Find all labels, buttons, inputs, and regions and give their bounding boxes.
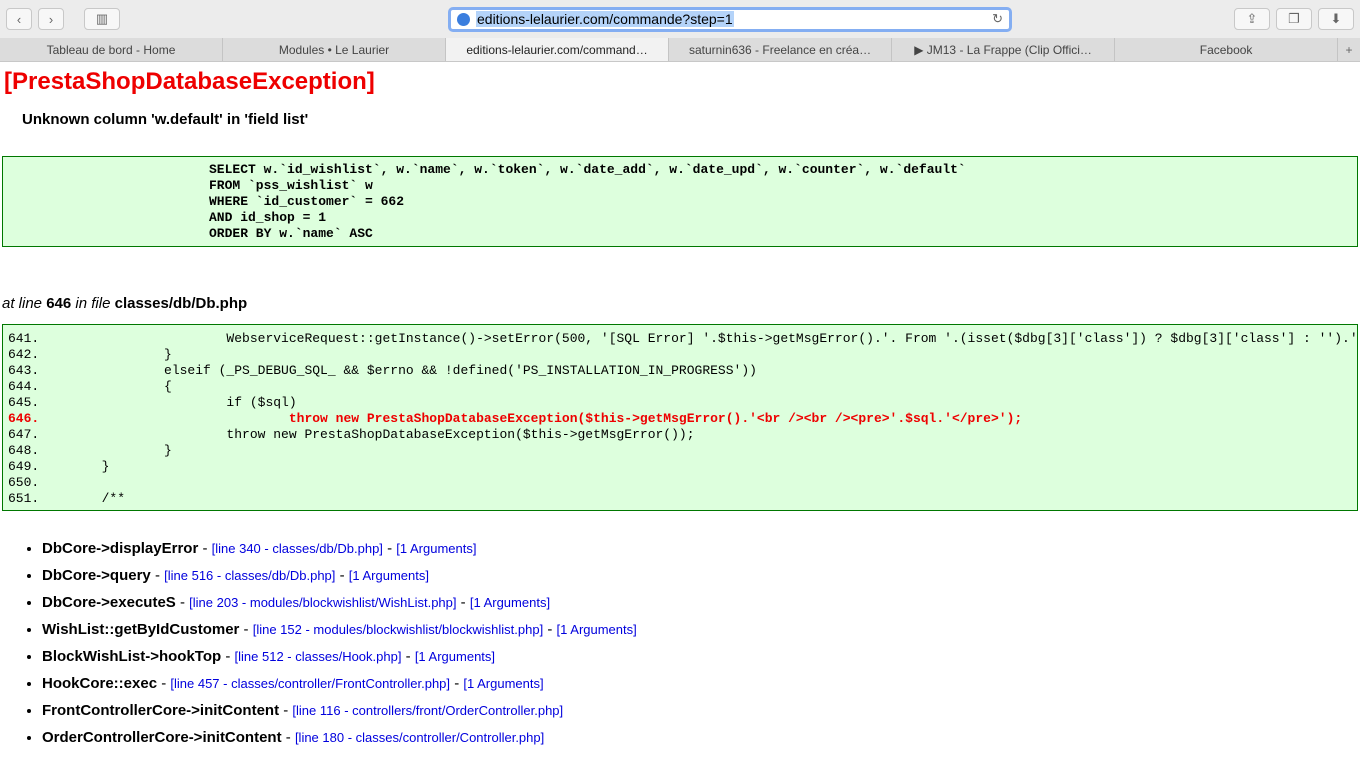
- trace-location-link[interactable]: [line 116 - controllers/front/OrderContr…: [292, 703, 563, 718]
- tab-item[interactable]: ▶ JM13 - La Frappe (Clip Offici…: [892, 38, 1116, 61]
- code-line: 643. elseif (_PS_DEBUG_SQL_ && $errno &&…: [8, 363, 757, 378]
- trace-item: BlockWishList->hookTop - [line 512 - cla…: [42, 643, 1358, 670]
- error-line: 646: [46, 295, 72, 312]
- trace-function: HookCore::exec: [42, 675, 158, 692]
- trace-item: HookCore::exec - [line 457 - classes/con…: [42, 670, 1358, 697]
- trace-location-link[interactable]: [line 457 - classes/controller/FrontCont…: [170, 676, 450, 691]
- trace-arguments-link[interactable]: [1 Arguments]: [463, 676, 543, 691]
- tabs-overview-icon[interactable]: ❐: [1276, 8, 1312, 30]
- trace-item: OrderControllerCore->initContent - [line…: [42, 724, 1358, 751]
- code-line: 650.: [8, 475, 40, 490]
- globe-icon: [457, 12, 470, 26]
- reload-icon[interactable]: ↻: [992, 11, 1003, 27]
- trace-function: WishList::getByIdCustomer: [42, 621, 240, 638]
- trace-item: DbCore->displayError - [line 340 - class…: [42, 535, 1358, 562]
- code-line: 646. throw new PrestaShopDatabaseExcepti…: [8, 411, 1023, 426]
- code-excerpt: 641. WebserviceRequest::getInstance()->s…: [2, 324, 1358, 511]
- sql-query: SELECT w.`id_wishlist`, w.`name`, w.`tok…: [2, 156, 1358, 247]
- tab-item-active[interactable]: editions-lelaurier.com/command…: [446, 38, 670, 61]
- new-tab-button[interactable]: +: [1338, 38, 1360, 61]
- browser-toolbar: ‹ › ▥ editions-lelaurier.com/commande?st…: [0, 0, 1360, 38]
- tab-item[interactable]: saturnin636 - Freelance en créa…: [669, 38, 893, 61]
- page-content: [PrestaShopDatabaseException] Unknown co…: [0, 62, 1360, 757]
- trace-item: FrontControllerCore->initContent - [line…: [42, 697, 1358, 724]
- forward-button[interactable]: ›: [38, 8, 64, 30]
- tab-item[interactable]: Facebook: [1115, 38, 1339, 61]
- code-line: 641. WebserviceRequest::getInstance()->s…: [8, 331, 1358, 346]
- download-icon[interactable]: ⬇: [1318, 8, 1354, 30]
- trace-arguments-link[interactable]: [1 Arguments]: [396, 541, 476, 556]
- code-line: 649. }: [8, 459, 110, 474]
- tab-item[interactable]: Tableau de bord - Home: [0, 38, 224, 61]
- code-line: 645. if ($sql): [8, 395, 297, 410]
- trace-arguments-link[interactable]: [1 Arguments]: [470, 595, 550, 610]
- trace-item: DbCore->executeS - [line 203 - modules/b…: [42, 589, 1358, 616]
- trace-location-link[interactable]: [line 180 - classes/controller/Controlle…: [295, 730, 544, 745]
- code-line: 642. }: [8, 347, 172, 362]
- at-line-label: at line: [2, 295, 43, 312]
- trace-arguments-link[interactable]: [1 Arguments]: [415, 649, 495, 664]
- error-location: at line 646 in file classes/db/Db.php: [2, 295, 1358, 312]
- address-bar[interactable]: editions-lelaurier.com/commande?step=1 ↻: [448, 6, 1012, 32]
- trace-function: BlockWishList->hookTop: [42, 648, 222, 665]
- trace-location-link[interactable]: [line 516 - classes/db/Db.php]: [164, 568, 335, 583]
- url-text: editions-lelaurier.com/commande?step=1: [476, 11, 734, 27]
- code-line: 644. {: [8, 379, 172, 394]
- trace-function: DbCore->displayError: [42, 540, 199, 557]
- trace-function: OrderControllerCore->initContent: [42, 729, 282, 746]
- tab-item[interactable]: Modules • Le Laurier: [223, 38, 447, 61]
- error-file: classes/db/Db.php: [114, 295, 248, 312]
- share-icon[interactable]: ⇪: [1234, 8, 1270, 30]
- trace-function: DbCore->executeS: [42, 594, 176, 611]
- trace-location-link[interactable]: [line 512 - classes/Hook.php]: [235, 649, 402, 664]
- code-line: 648. }: [8, 443, 172, 458]
- error-message: Unknown column 'w.default' in 'field lis…: [22, 111, 309, 128]
- back-button[interactable]: ‹: [6, 8, 32, 30]
- trace-item: DbCore->query - [line 516 - classes/db/D…: [42, 562, 1358, 589]
- trace-function: FrontControllerCore->initContent: [42, 702, 280, 719]
- stack-trace: DbCore->displayError - [line 340 - class…: [42, 535, 1358, 751]
- error-title: [PrestaShopDatabaseException]: [4, 68, 375, 95]
- trace-location-link[interactable]: [line 203 - modules/blockwishlist/WishLi…: [189, 595, 456, 610]
- tab-bar: Tableau de bord - Home Modules • Le Laur…: [0, 38, 1360, 62]
- sidebar-icon[interactable]: ▥: [84, 8, 120, 30]
- in-file-label: in file: [75, 295, 111, 312]
- trace-item: WishList::getByIdCustomer - [line 152 - …: [42, 616, 1358, 643]
- trace-arguments-link[interactable]: [1 Arguments]: [557, 622, 637, 637]
- trace-function: DbCore->query: [42, 567, 151, 584]
- code-line: 651. /**: [8, 491, 126, 506]
- trace-location-link[interactable]: [line 340 - classes/db/Db.php]: [212, 541, 383, 556]
- trace-location-link[interactable]: [line 152 - modules/blockwishlist/blockw…: [253, 622, 543, 637]
- trace-arguments-link[interactable]: [1 Arguments]: [349, 568, 429, 583]
- code-line: 647. throw new PrestaShopDatabaseExcepti…: [8, 427, 695, 442]
